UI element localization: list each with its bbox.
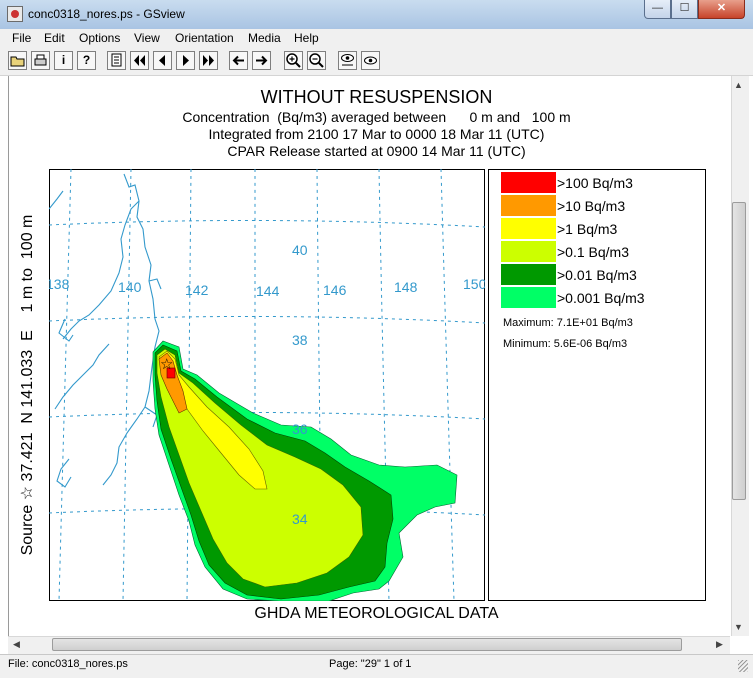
- menu-help[interactable]: Help: [294, 31, 319, 45]
- last-page-icon[interactable]: [199, 51, 218, 70]
- menu-file[interactable]: File: [12, 31, 31, 45]
- lon-label-142: 142: [185, 282, 209, 298]
- print-icon[interactable]: [31, 51, 50, 70]
- legend-label-0.001: >0.001 Bq/m3: [557, 290, 645, 306]
- lat-label-34: 34: [292, 511, 308, 527]
- scroll-left-icon[interactable]: ◀: [13, 639, 20, 650]
- close-button[interactable]: ✕: [698, 0, 745, 19]
- minimize-button[interactable]: —: [644, 0, 671, 19]
- vertical-scroll-thumb[interactable]: [732, 202, 746, 500]
- legend-swatch-0.1: [501, 241, 556, 262]
- source-marker: ☆: [160, 355, 173, 373]
- lat-label-40: 40: [292, 242, 308, 258]
- plot-title: WITHOUT RESUSPENSION: [260, 87, 493, 107]
- minimum-value: Minimum: 5.6E-06 Bq/m3: [503, 338, 628, 350]
- legend-label-100: >100 Bq/m3: [557, 175, 633, 191]
- lon-label-144: 144: [256, 283, 280, 299]
- legend-swatch-0.001: [501, 287, 556, 308]
- title-bar: conc0318_nores.ps - GSview — ☐ ✕: [0, 0, 753, 30]
- lon-label-140: 140: [118, 279, 142, 295]
- source-axis-label: Source ☆ 37.421 N 141.033 E 1 m to 100 m: [19, 214, 36, 556]
- plot-subtitle-concentration: Concentration (Bq/m3) averaged between 0…: [182, 109, 571, 125]
- forward-icon[interactable]: [252, 51, 271, 70]
- lon-label-146: 146: [323, 282, 347, 298]
- status-file: File: conc0318_nores.ps: [8, 658, 128, 670]
- first-page-icon[interactable]: [130, 51, 149, 70]
- legend-swatch-1: [501, 218, 556, 239]
- window-title: conc0318_nores.ps - GSview: [28, 7, 185, 21]
- horizontal-scroll-thumb[interactable]: [52, 638, 682, 651]
- legend-swatch-100: [501, 172, 556, 193]
- dispersion-map: ☆ 138 140 142 144 146 148 150 40 38 36 3…: [49, 169, 485, 601]
- legend-label-0.01: >0.01 Bq/m3: [557, 267, 637, 283]
- legend-label-10: >10 Bq/m3: [557, 198, 626, 214]
- menu-options[interactable]: Options: [79, 31, 120, 45]
- gsview-app-icon[interactable]: [7, 6, 23, 22]
- lon-label-138: 138: [49, 276, 70, 292]
- back-icon[interactable]: [229, 51, 248, 70]
- legend-label-1: >1 Bq/m3: [557, 221, 618, 237]
- menu-orientation[interactable]: Orientation: [175, 31, 234, 45]
- help-icon[interactable]: ?: [77, 51, 96, 70]
- lon-label-148: 148: [394, 279, 418, 295]
- previous-page-icon[interactable]: [153, 51, 172, 70]
- status-bar: File: conc0318_nores.ps Page: "29" 1 of …: [0, 654, 753, 678]
- legend-swatch-0.01: [501, 264, 556, 285]
- maximum-value: Maximum: 7.1E+01 Bq/m3: [503, 317, 633, 329]
- info-icon[interactable]: i: [54, 51, 73, 70]
- view-eye-icon[interactable]: [361, 51, 380, 70]
- menu-edit[interactable]: Edit: [44, 31, 65, 45]
- view-text-icon[interactable]: [338, 51, 357, 70]
- open-icon[interactable]: [8, 51, 27, 70]
- zoom-in-icon[interactable]: [284, 51, 303, 70]
- lat-label-38: 38: [292, 332, 308, 348]
- plot-subtitle-integrated: Integrated from 2100 17 Mar to 0000 18 M…: [208, 126, 545, 142]
- menu-media[interactable]: Media: [248, 31, 281, 45]
- lat-label-36: 36: [292, 421, 308, 437]
- scroll-right-icon[interactable]: ▶: [716, 639, 723, 650]
- toolbar: i ?: [0, 47, 753, 76]
- scroll-up-icon[interactable]: ▲: [734, 80, 743, 90]
- legend-label-0.1: >0.1 Bq/m3: [557, 244, 629, 260]
- maximize-button[interactable]: ☐: [671, 0, 698, 19]
- resize-grip[interactable]: [738, 660, 748, 672]
- zoom-out-icon[interactable]: [307, 51, 326, 70]
- scroll-down-icon[interactable]: ▼: [734, 622, 743, 632]
- plot-subtitle-release: CPAR Release started at 0900 14 Mar 11 (…: [227, 143, 526, 159]
- plot-footer: GHDA METEOROLOGICAL DATA: [254, 605, 499, 622]
- lon-label-150: 150: [463, 276, 485, 292]
- next-page-icon[interactable]: [176, 51, 195, 70]
- menu-bar: File Edit Options View Orientation Media…: [0, 29, 753, 47]
- page-select-icon[interactable]: [107, 51, 126, 70]
- status-page: Page: "29" 1 of 1: [329, 658, 412, 670]
- menu-view[interactable]: View: [134, 31, 160, 45]
- legend-swatch-10: [501, 195, 556, 216]
